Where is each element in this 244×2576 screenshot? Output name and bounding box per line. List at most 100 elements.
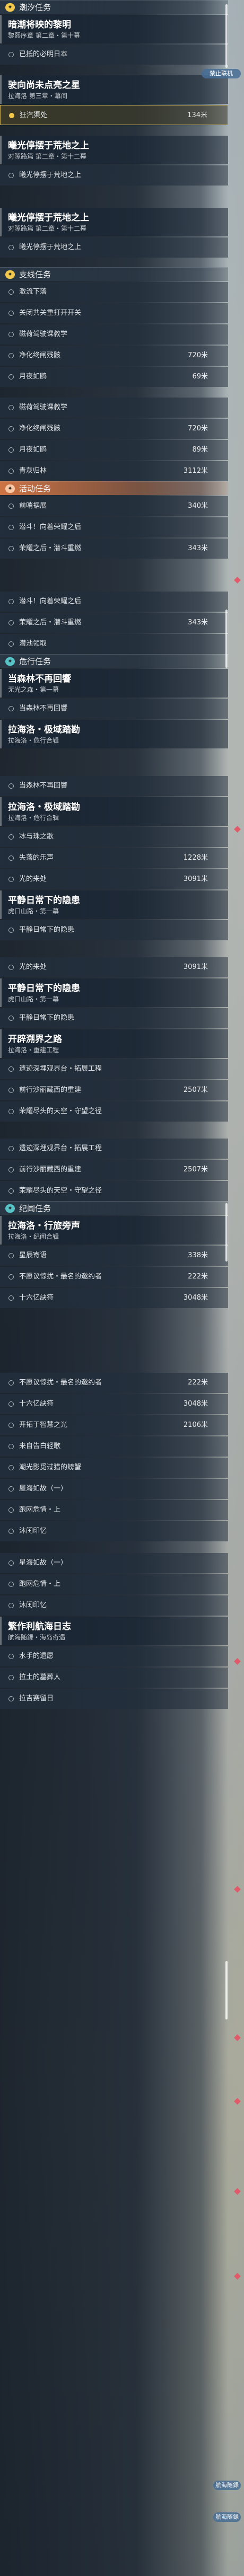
quest-title: 繁作利航海日志: [8, 1621, 71, 1632]
quest-step[interactable]: 光的来处 3091米: [0, 957, 228, 977]
step-distance: 2106米: [183, 1421, 208, 1429]
step-distance: 343米: [188, 619, 208, 627]
quest-step[interactable]: 星辰寄语 338米: [0, 1246, 228, 1266]
quest-card[interactable]: 平静日常下的隐患 虎口山路・第一幕: [0, 890, 228, 919]
quest-step[interactable]: 已抵的必明日本: [0, 45, 228, 65]
quest-category-icon: ✦: [5, 657, 15, 666]
step-label: 前哨据展: [19, 502, 47, 510]
quest-title: 曦光停摆于荒地之上: [8, 213, 89, 223]
quest-step[interactable]: 遗迹深埋观界台・拓展工程: [0, 1059, 228, 1079]
step-label: 净化终闸残骸: [19, 425, 61, 433]
quest-step[interactable]: 磁荷驾驶课教学: [0, 324, 228, 345]
quest-step[interactable]: 潮光影觅过猎的螃蟹: [0, 1458, 228, 1478]
quest-step[interactable]: 遗迹深埋观界台・拓展工程: [0, 1139, 228, 1159]
quest-title: 平静日常下的隐患: [8, 983, 80, 994]
step-label: 十六亿訣符: [19, 1400, 54, 1408]
quest-step-tracked[interactable]: 狂汽渠处 134米: [0, 105, 228, 125]
quest-title: 平静日常下的隐患: [8, 895, 80, 906]
step-label: 关闭共关重打开开关: [19, 309, 82, 317]
quest-card[interactable]: 拉海洛・极域踏勘 拉海洛・危行合辑: [0, 797, 228, 826]
step-label: 狂汽渠处: [20, 111, 48, 119]
quest-step[interactable]: 冰与珠之歌: [0, 827, 228, 847]
quest-step[interactable]: 潜斗！向着荣耀之后: [0, 517, 228, 537]
quest-card[interactable]: 开辟溯界之路 拉海洛・重建工程: [0, 1029, 228, 1058]
quest-card[interactable]: 拉海洛・行旅旁声 拉海洛・纪闻合辑: [0, 1216, 228, 1245]
step-distance: 338米: [188, 1251, 208, 1259]
quest-step[interactable]: 屋海如故（一）: [0, 1479, 228, 1499]
quest-step[interactable]: 潜斗！向着荣耀之后: [0, 592, 228, 612]
scrollbar-thumb[interactable]: [225, 610, 228, 668]
quest-step[interactable]: 荣耀之后・潜斗重燃 343米: [0, 613, 228, 633]
quest-step[interactable]: 月夜如鸥 89米: [0, 440, 228, 460]
step-label: 沐闰印忆: [19, 1527, 47, 1535]
scrollbar-thumb[interactable]: [225, 1203, 228, 1261]
quest-step[interactable]: 磁荷驾驶课教学: [0, 398, 228, 418]
quest-step[interactable]: 光的来处 3091米: [0, 869, 228, 889]
step-distance: 2507米: [183, 1086, 208, 1094]
quest-step[interactable]: 曦光停摆于荒地之上: [0, 165, 228, 186]
quest-step[interactable]: 跑网危情・上: [0, 1574, 228, 1594]
step-label: 曦光停摆于荒地之上: [19, 171, 82, 179]
quest-step[interactable]: 净化终闸残骸 720米: [0, 419, 228, 439]
quest-step[interactable]: 关闭共关重打开开关: [0, 303, 228, 323]
quest-card[interactable]: 曦光停摆于荒地之上 对隙路篇 第二章・第十二幕: [0, 136, 228, 164]
quest-step[interactable]: 前行沙丽藏西的重建 2507米: [0, 1160, 228, 1180]
quest-step[interactable]: 开拓于智慧之光 2106米: [0, 1415, 228, 1435]
quest-title: 当森林不再回響: [8, 674, 71, 684]
quest-subtitle: 无光之森・第一幕: [8, 686, 59, 693]
quest-step[interactable]: 荣耀尽头的天空・守望之径: [0, 1181, 228, 1201]
step-distance: 340米: [188, 502, 208, 510]
quest-step[interactable]: 平静日常下的隐患: [0, 1008, 228, 1028]
quest-step[interactable]: 荣耀尽头的天空・守望之径: [0, 1101, 228, 1122]
quest-step[interactable]: 跑网危情・上: [0, 1500, 228, 1520]
quest-card[interactable]: 当森林不再回響 无光之森・第一幕: [0, 669, 228, 698]
quest-card[interactable]: 繁作利航海日志 航海随録・海岛奇遇: [0, 1617, 228, 1645]
quest-step[interactable]: 当森林不再回響: [0, 776, 228, 796]
section-title: 危行任务: [19, 657, 51, 666]
step-label: 光的来处: [19, 875, 47, 883]
quest-step[interactable]: 净化终闸残骸 720米: [0, 346, 228, 366]
step-label: 平静日常下的隐患: [19, 1014, 75, 1022]
step-label: 屋海如故（一）: [19, 1485, 68, 1493]
quest-card[interactable]: 曦光停摆于荒地之上 对隙路篇 第二章・第十二幕: [0, 208, 228, 236]
quest-step[interactable]: 十六亿訣符 3048米: [0, 1394, 228, 1414]
quest-step[interactable]: 拉土的墓葬人: [0, 1668, 228, 1688]
quest-category-icon: ✦: [5, 1204, 15, 1213]
quest-step[interactable]: 沐闰印忆: [0, 1521, 228, 1541]
quest-card[interactable]: 暗潮将映的黎明 黎熙序章 第二章・第十幕: [0, 15, 228, 43]
quest-subtitle: 拉海洛・纪闻合辑: [8, 1233, 59, 1240]
quest-title: 拉海洛・行旅旁声: [8, 1221, 80, 1231]
quest-step[interactable]: 荣耀之后・潜斗重燃 343米: [0, 539, 228, 559]
quest-card[interactable]: 平静日常下的隐患 虎口山路・第一幕: [0, 978, 228, 1007]
quest-step[interactable]: 水手的遗愿: [0, 1646, 228, 1666]
step-label: 跑网危情・上: [19, 1580, 61, 1588]
quest-step[interactable]: 前行沙丽藏西的重建 2507米: [0, 1080, 228, 1100]
quest-step[interactable]: 不愿议惊扰・最名的邀约者 222米: [0, 1373, 228, 1393]
step-label: 遗迹深埋观界台・拓展工程: [19, 1144, 102, 1152]
quest-step[interactable]: 潜池领取: [0, 634, 228, 654]
quest-step[interactable]: 前哨据展 340米: [0, 496, 228, 516]
scrollbar-thumb[interactable]: [225, 4, 228, 68]
quest-step[interactable]: 失落的乐声 1228米: [0, 848, 228, 868]
scrollbar-thumb[interactable]: [225, 1961, 228, 2019]
quest-card[interactable]: 拉海洛・极域踏勘 拉海洛・危行合辑: [0, 720, 228, 748]
quest-step[interactable]: 星海如故（一）: [0, 1553, 228, 1573]
step-label: 月夜如鸥: [19, 373, 47, 381]
step-distance: 222米: [188, 1379, 208, 1387]
quest-step[interactable]: 十六亿訣符 3048米: [0, 1288, 228, 1308]
quest-step[interactable]: 青灰归林 3112米: [0, 461, 228, 481]
quest-card[interactable]: 驶向尚未点亮之星 拉海洛 第三章・幕间: [0, 75, 228, 104]
quest-step[interactable]: 平静日常下的隐患: [0, 920, 228, 940]
quest-subtitle: 拉海洛・危行合辑: [8, 737, 59, 744]
quest-step[interactable]: 月夜如鸥 69米: [0, 367, 228, 387]
quest-step[interactable]: 沐闰印忆: [0, 1595, 228, 1616]
quest-step[interactable]: 不愿议惊扰・最名的邀约者 222米: [0, 1267, 228, 1287]
quest-step[interactable]: 曦光停摆于荒地之上: [0, 237, 228, 258]
quest-step[interactable]: 当森林不再回響: [0, 699, 228, 719]
quest-step[interactable]: 来自告白轻歌: [0, 1436, 228, 1457]
step-label: 激流下落: [19, 288, 47, 296]
quest-subtitle: 对隙路篇 第二章・第十二幕: [8, 153, 86, 160]
quest-title: 驶向尚未点亮之星: [8, 80, 80, 91]
quest-step[interactable]: 拉吉赛留日: [0, 1689, 228, 1709]
quest-step[interactable]: 激流下落: [0, 282, 228, 302]
